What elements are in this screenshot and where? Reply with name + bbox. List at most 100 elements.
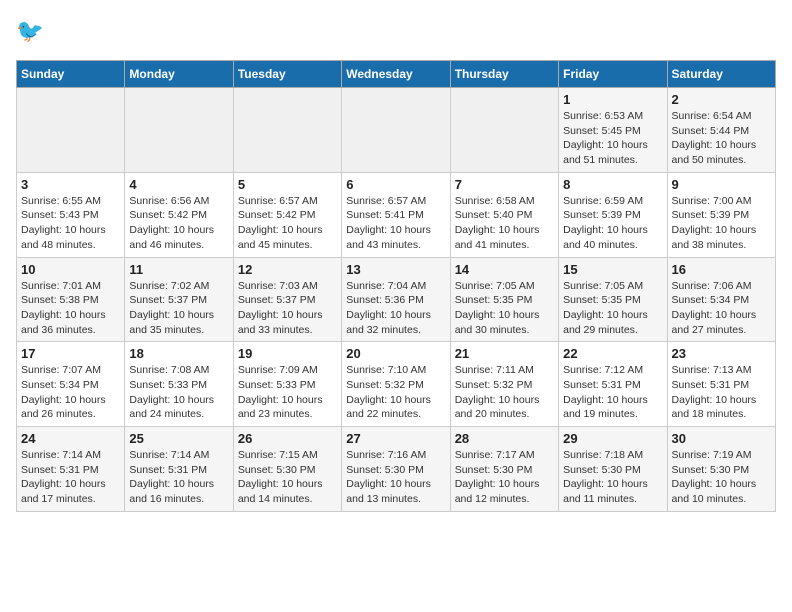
- day-number: 7: [455, 177, 554, 192]
- calendar-cell: 5 Sunrise: 6:57 AMSunset: 5:42 PMDaylight…: [233, 172, 341, 257]
- calendar-cell: 6 Sunrise: 6:57 AMSunset: 5:41 PMDaylight…: [342, 172, 450, 257]
- weekday-saturday: Saturday: [667, 61, 775, 88]
- weekday-tuesday: Tuesday: [233, 61, 341, 88]
- calendar-cell: 7Sunrise: 6:58 AMSunset: 5:40 PMDaylight…: [450, 172, 558, 257]
- calendar-cell: 29 Sunrise: 7:18 AMSunset: 5:30 PMDayligh…: [559, 427, 667, 512]
- logo: 🐦: [16, 16, 52, 48]
- calendar-cell: 14 Sunrise: 7:05 AMSunset: 5:35 PMDayligh…: [450, 257, 558, 342]
- day-detail: Sunrise: 6:56 AMSunset: 5:42 PMDaylight:…: [129, 194, 228, 253]
- calendar-cell: 13 Sunrise: 7:04 AMSunset: 5:36 PMDayligh…: [342, 257, 450, 342]
- day-number: 26: [238, 431, 337, 446]
- day-number: 27: [346, 431, 445, 446]
- day-number: 4: [129, 177, 228, 192]
- day-detail: Sunrise: 7:02 AMSunset: 5:37 PMDaylight:…: [129, 279, 228, 338]
- calendar-cell: 25Sunrise: 7:14 AMSunset: 5:31 PMDayligh…: [125, 427, 233, 512]
- week-row-1: 1 Sunrise: 6:53 AMSunset: 5:45 PMDaylight…: [17, 88, 776, 173]
- day-number: 11: [129, 262, 228, 277]
- day-number: 10: [21, 262, 120, 277]
- calendar-cell: 21 Sunrise: 7:11 AMSunset: 5:32 PMDayligh…: [450, 342, 558, 427]
- day-detail: Sunrise: 7:01 AMSunset: 5:38 PMDaylight:…: [21, 279, 120, 338]
- day-detail: Sunrise: 7:17 AMSunset: 5:30 PMDaylight:…: [455, 448, 554, 507]
- calendar-cell: [342, 88, 450, 173]
- calendar-cell: 15 Sunrise: 7:05 AMSunset: 5:35 PMDayligh…: [559, 257, 667, 342]
- calendar-cell: 16 Sunrise: 7:06 AMSunset: 5:34 PMDayligh…: [667, 257, 775, 342]
- weekday-friday: Friday: [559, 61, 667, 88]
- day-detail: Sunrise: 7:04 AMSunset: 5:36 PMDaylight:…: [346, 279, 445, 338]
- day-number: 12: [238, 262, 337, 277]
- calendar-cell: 17 Sunrise: 7:07 AMSunset: 5:34 PMDayligh…: [17, 342, 125, 427]
- page-header: 🐦: [16, 16, 776, 48]
- day-number: 22: [563, 346, 662, 361]
- day-detail: Sunrise: 6:59 AMSunset: 5:39 PMDaylight:…: [563, 194, 662, 253]
- day-detail: Sunrise: 7:00 AMSunset: 5:39 PMDaylight:…: [672, 194, 771, 253]
- day-detail: Sunrise: 7:16 AMSunset: 5:30 PMDaylight:…: [346, 448, 445, 507]
- day-number: 17: [21, 346, 120, 361]
- calendar-cell: 23 Sunrise: 7:13 AMSunset: 5:31 PMDayligh…: [667, 342, 775, 427]
- day-number: 23: [672, 346, 771, 361]
- calendar-cell: 20 Sunrise: 7:10 AMSunset: 5:32 PMDayligh…: [342, 342, 450, 427]
- day-detail: Sunrise: 7:11 AMSunset: 5:32 PMDaylight:…: [455, 363, 554, 422]
- calendar-cell: 18Sunrise: 7:08 AMSunset: 5:33 PMDayligh…: [125, 342, 233, 427]
- day-number: 29: [563, 431, 662, 446]
- calendar-table: SundayMondayTuesdayWednesdayThursdayFrid…: [16, 60, 776, 512]
- calendar-body: 1 Sunrise: 6:53 AMSunset: 5:45 PMDaylight…: [17, 88, 776, 512]
- calendar-cell: 1 Sunrise: 6:53 AMSunset: 5:45 PMDaylight…: [559, 88, 667, 173]
- day-detail: Sunrise: 7:10 AMSunset: 5:32 PMDaylight:…: [346, 363, 445, 422]
- day-detail: Sunrise: 6:57 AMSunset: 5:41 PMDaylight:…: [346, 194, 445, 253]
- week-row-3: 10 Sunrise: 7:01 AMSunset: 5:38 PMDayligh…: [17, 257, 776, 342]
- day-detail: Sunrise: 7:07 AMSunset: 5:34 PMDaylight:…: [21, 363, 120, 422]
- logo-icon: 🐦: [16, 16, 48, 48]
- day-number: 19: [238, 346, 337, 361]
- day-number: 3: [21, 177, 120, 192]
- day-detail: Sunrise: 7:05 AMSunset: 5:35 PMDaylight:…: [563, 279, 662, 338]
- calendar-cell: 10 Sunrise: 7:01 AMSunset: 5:38 PMDayligh…: [17, 257, 125, 342]
- day-number: 25: [129, 431, 228, 446]
- svg-text:🐦: 🐦: [16, 18, 44, 43]
- calendar-cell: [125, 88, 233, 173]
- weekday-thursday: Thursday: [450, 61, 558, 88]
- calendar-cell: [450, 88, 558, 173]
- day-number: 28: [455, 431, 554, 446]
- day-detail: Sunrise: 7:13 AMSunset: 5:31 PMDaylight:…: [672, 363, 771, 422]
- day-number: 5: [238, 177, 337, 192]
- calendar-cell: 11 Sunrise: 7:02 AMSunset: 5:37 PMDayligh…: [125, 257, 233, 342]
- weekday-monday: Monday: [125, 61, 233, 88]
- day-number: 8: [563, 177, 662, 192]
- day-detail: Sunrise: 7:18 AMSunset: 5:30 PMDaylight:…: [563, 448, 662, 507]
- day-number: 13: [346, 262, 445, 277]
- day-number: 16: [672, 262, 771, 277]
- day-number: 14: [455, 262, 554, 277]
- day-number: 15: [563, 262, 662, 277]
- day-detail: Sunrise: 7:06 AMSunset: 5:34 PMDaylight:…: [672, 279, 771, 338]
- day-detail: Sunrise: 7:12 AMSunset: 5:31 PMDaylight:…: [563, 363, 662, 422]
- calendar-cell: 12 Sunrise: 7:03 AMSunset: 5:37 PMDayligh…: [233, 257, 341, 342]
- day-detail: Sunrise: 7:03 AMSunset: 5:37 PMDaylight:…: [238, 279, 337, 338]
- day-detail: Sunrise: 6:53 AMSunset: 5:45 PMDaylight:…: [563, 109, 662, 168]
- day-detail: Sunrise: 6:55 AMSunset: 5:43 PMDaylight:…: [21, 194, 120, 253]
- day-detail: Sunrise: 6:57 AMSunset: 5:42 PMDaylight:…: [238, 194, 337, 253]
- day-number: 30: [672, 431, 771, 446]
- calendar-cell: 4 Sunrise: 6:56 AMSunset: 5:42 PMDaylight…: [125, 172, 233, 257]
- day-detail: Sunrise: 7:05 AMSunset: 5:35 PMDaylight:…: [455, 279, 554, 338]
- week-row-2: 3 Sunrise: 6:55 AMSunset: 5:43 PMDaylight…: [17, 172, 776, 257]
- day-detail: Sunrise: 7:08 AMSunset: 5:33 PMDaylight:…: [129, 363, 228, 422]
- week-row-4: 17 Sunrise: 7:07 AMSunset: 5:34 PMDayligh…: [17, 342, 776, 427]
- weekday-wednesday: Wednesday: [342, 61, 450, 88]
- day-number: 6: [346, 177, 445, 192]
- day-number: 1: [563, 92, 662, 107]
- day-number: 20: [346, 346, 445, 361]
- calendar-cell: 9Sunrise: 7:00 AMSunset: 5:39 PMDaylight…: [667, 172, 775, 257]
- day-number: 2: [672, 92, 771, 107]
- day-number: 21: [455, 346, 554, 361]
- calendar-cell: [17, 88, 125, 173]
- day-detail: Sunrise: 6:54 AMSunset: 5:44 PMDaylight:…: [672, 109, 771, 168]
- day-detail: Sunrise: 7:09 AMSunset: 5:33 PMDaylight:…: [238, 363, 337, 422]
- calendar-cell: 22 Sunrise: 7:12 AMSunset: 5:31 PMDayligh…: [559, 342, 667, 427]
- calendar-cell: 26 Sunrise: 7:15 AMSunset: 5:30 PMDayligh…: [233, 427, 341, 512]
- day-detail: Sunrise: 7:15 AMSunset: 5:30 PMDaylight:…: [238, 448, 337, 507]
- calendar-cell: 3 Sunrise: 6:55 AMSunset: 5:43 PMDaylight…: [17, 172, 125, 257]
- weekday-header-row: SundayMondayTuesdayWednesdayThursdayFrid…: [17, 61, 776, 88]
- calendar-cell: 27 Sunrise: 7:16 AMSunset: 5:30 PMDayligh…: [342, 427, 450, 512]
- calendar-cell: 24Sunrise: 7:14 AMSunset: 5:31 PMDayligh…: [17, 427, 125, 512]
- day-number: 24: [21, 431, 120, 446]
